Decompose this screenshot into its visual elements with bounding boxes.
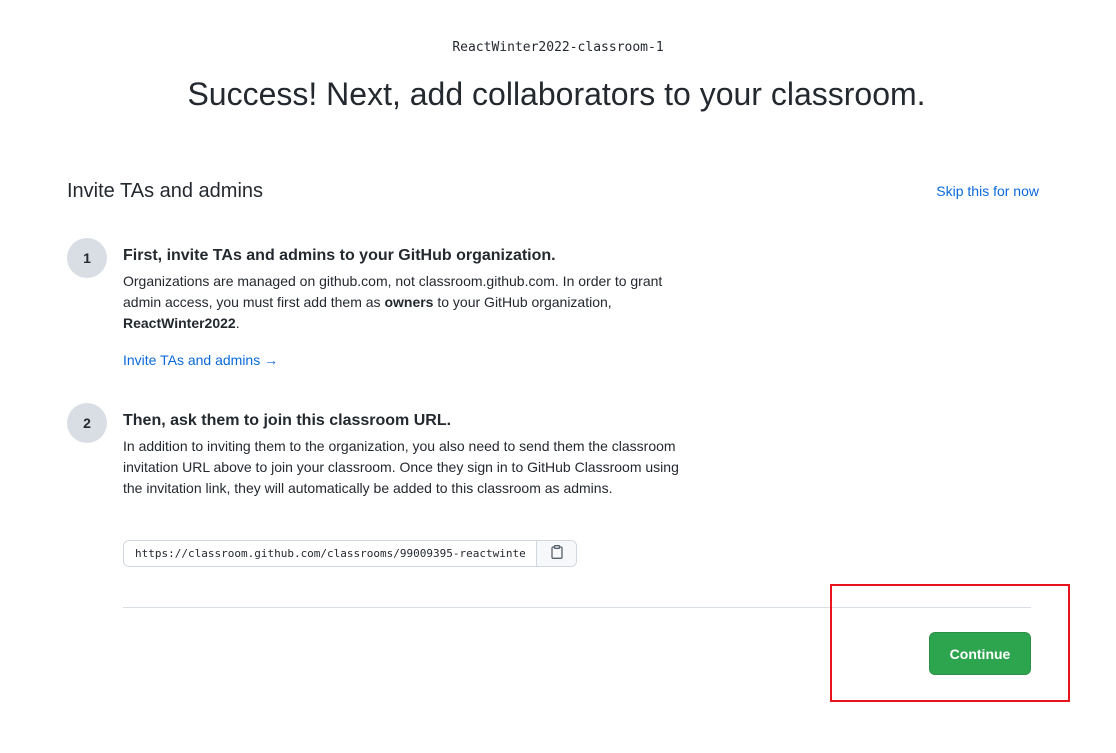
- classroom-url-input[interactable]: [124, 541, 536, 566]
- step-1-text-end: .: [235, 315, 240, 331]
- classroom-url-group: [123, 540, 577, 567]
- step-2-body: Then, ask them to join this classroom UR…: [123, 412, 679, 499]
- step-1-body: First, invite TAs and admins to your Git…: [123, 247, 679, 370]
- owners-text: owners: [384, 294, 434, 310]
- continue-button[interactable]: Continue: [929, 632, 1031, 675]
- clipboard-icon: [550, 545, 563, 562]
- step-1-heading: First, invite TAs and admins to your Git…: [123, 247, 556, 264]
- classroom-name: ReactWinter2022-classroom-1: [452, 40, 664, 55]
- step-number-1: 1: [67, 238, 107, 278]
- step-2-description: In addition to inviting them to the orga…: [123, 438, 679, 496]
- step-1-description: Organizations are managed on github.com,…: [123, 271, 679, 334]
- copy-url-button[interactable]: [536, 541, 576, 566]
- page: ReactWinter2022-classroom-1 Success! Nex…: [0, 0, 1116, 753]
- page-title: Success! Next, add collaborators to your…: [187, 76, 926, 112]
- org-name: ReactWinter2022: [123, 315, 236, 331]
- step-2-heading: Then, ask them to join this classroom UR…: [123, 412, 452, 429]
- skip-link[interactable]: Skip this for now: [936, 183, 1039, 199]
- step-1-text-after: to your GitHub organization,: [433, 294, 612, 310]
- step-number-2: 2: [67, 403, 107, 443]
- invite-tas-link[interactable]: Invite TAs and admins →: [123, 352, 278, 368]
- divider: [123, 607, 1031, 608]
- section-title: Invite TAs and admins: [67, 180, 264, 202]
